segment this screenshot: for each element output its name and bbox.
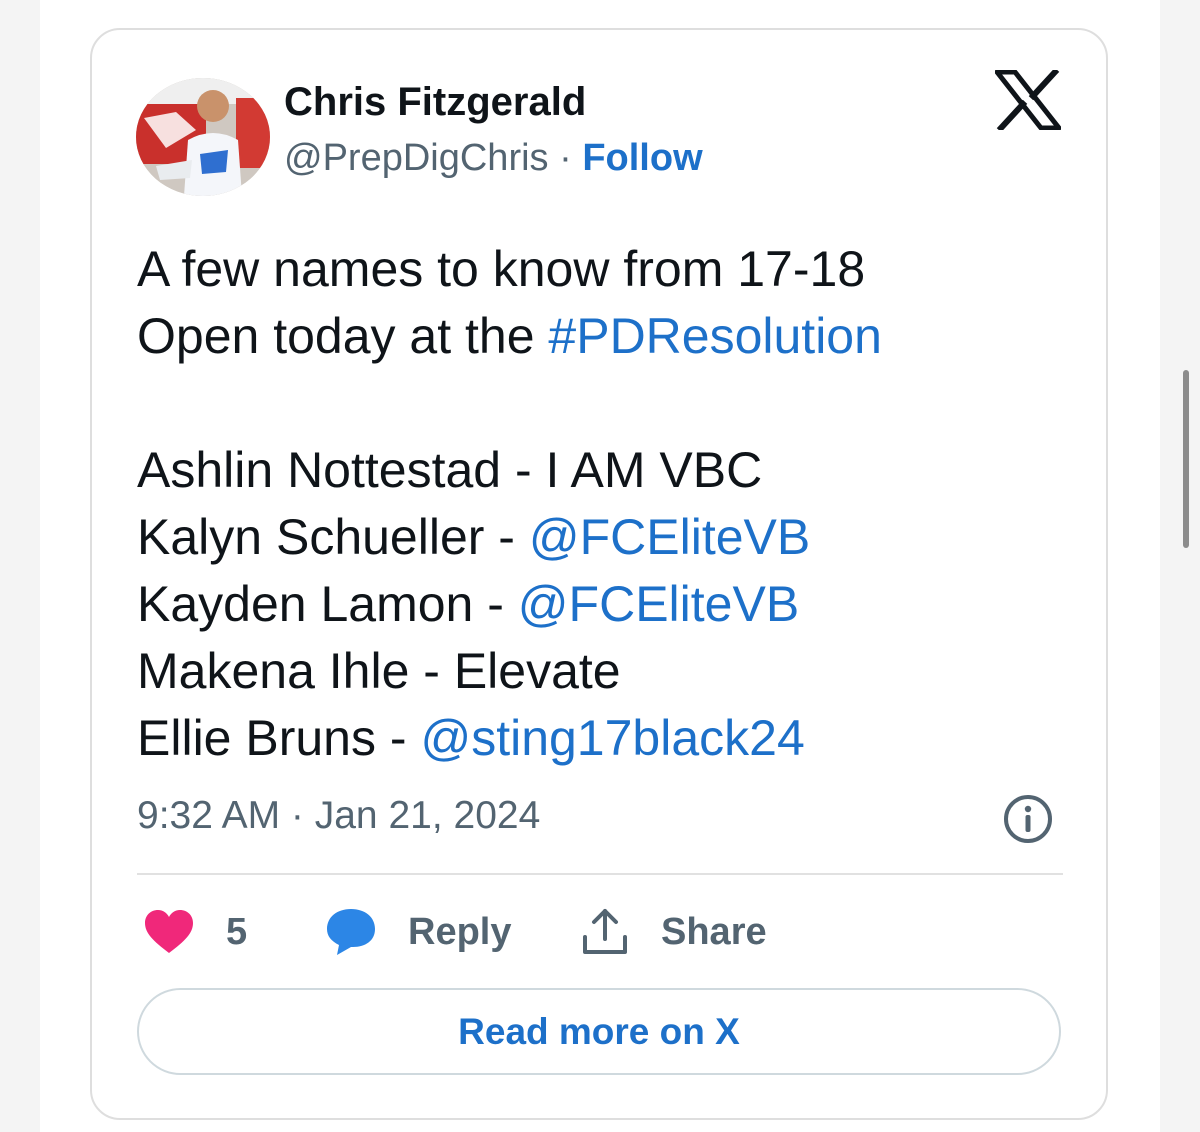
share-upload-icon[interactable]: [580, 907, 630, 957]
player-text: Makena Ihle - Elevate: [137, 643, 621, 699]
mention-link[interactable]: @sting17black24: [420, 710, 804, 766]
tweet-timestamp[interactable]: 9:32 AM · Jan 21, 2024: [137, 794, 540, 838]
author-name[interactable]: Chris Fitzgerald: [284, 80, 586, 125]
player-line: Makena Ihle - Elevate: [137, 638, 1067, 705]
handle-row: @PrepDigChris · Follow: [284, 137, 703, 180]
player-line: Kalyn Schueller - @FCEliteVB: [137, 504, 1067, 571]
tweet-line-text: Open today at the: [137, 308, 549, 364]
author-handle[interactable]: @PrepDigChris: [284, 137, 549, 179]
player-text: Ellie Bruns -: [137, 710, 421, 766]
player-line: Ashlin Nottestad - I AM VBC: [137, 437, 1067, 504]
scrollbar-thumb[interactable]: [1183, 370, 1189, 548]
tweet-text: A few names to know from 17-18 Open toda…: [137, 236, 1067, 772]
player-text: Ashlin Nottestad - I AM VBC: [137, 442, 763, 498]
follow-button[interactable]: Follow: [582, 137, 702, 179]
player-text: Kayden Lamon -: [137, 576, 518, 632]
info-icon[interactable]: [1002, 793, 1054, 845]
right-page-margin: [1160, 0, 1200, 1132]
reply-button[interactable]: Reply: [408, 911, 511, 954]
reply-bubble-icon[interactable]: [325, 907, 377, 957]
x-logo-icon[interactable]: [994, 67, 1062, 133]
player-text: Kalyn Schueller -: [137, 509, 529, 565]
handle-separator: ·: [559, 137, 572, 179]
player-line: Ellie Bruns - @sting17black24: [137, 705, 1067, 772]
heart-icon[interactable]: [143, 909, 195, 955]
divider: [137, 873, 1063, 875]
left-page-margin: [0, 0, 40, 1132]
tweet-line: Open today at the #PDResolution: [137, 303, 1067, 370]
hashtag-link[interactable]: #PDResolution: [548, 308, 882, 364]
tweet-line: A few names to know from 17-18: [137, 241, 866, 297]
mention-link[interactable]: @FCEliteVB: [529, 509, 810, 565]
avatar-photo: [136, 78, 270, 196]
mention-link[interactable]: @FCEliteVB: [518, 576, 799, 632]
author-avatar[interactable]: [136, 78, 270, 196]
share-button[interactable]: Share: [661, 911, 767, 954]
read-more-button[interactable]: Read more on X: [137, 988, 1061, 1075]
player-line: Kayden Lamon - @FCEliteVB: [137, 571, 1067, 638]
like-count: 5: [226, 911, 248, 953]
